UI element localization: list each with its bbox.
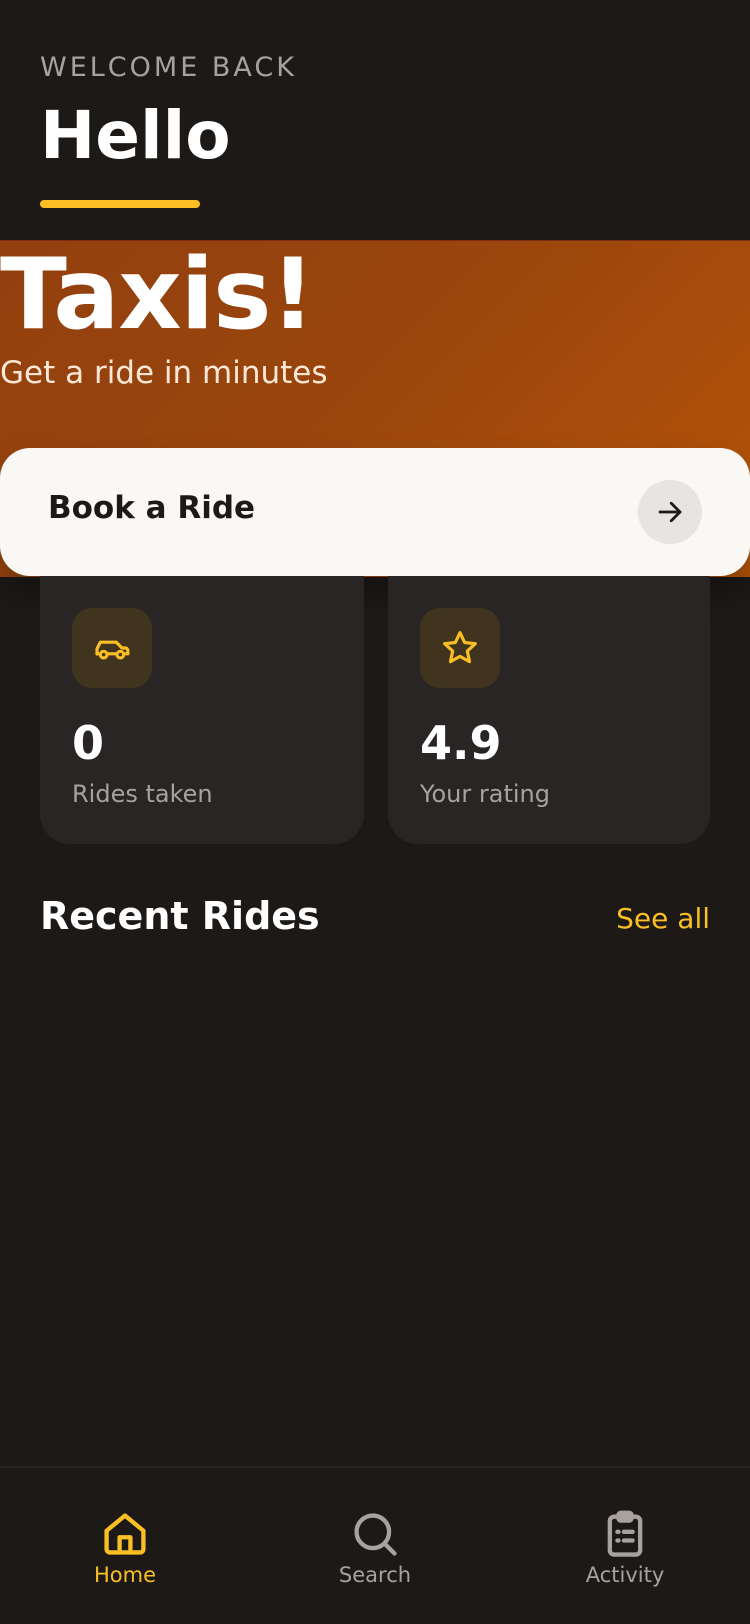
home-screen: WELCOME BACK Hello Taxis! Get a ride in … bbox=[0, 0, 750, 1624]
nav-label-search: Search bbox=[338, 1563, 412, 1587]
star-icon bbox=[420, 608, 500, 688]
rating-value: 4.9 bbox=[420, 716, 502, 770]
bottom-nav: Home Search Activity bbox=[0, 1466, 750, 1624]
home-icon bbox=[104, 1513, 146, 1555]
welcome-text: WELCOME BACK bbox=[40, 52, 297, 83]
greeting-title: Hello bbox=[40, 97, 231, 174]
hero-subtitle: Get a ride in minutes bbox=[0, 355, 328, 391]
search-icon bbox=[354, 1513, 397, 1556]
rating-label: Your rating bbox=[420, 780, 550, 808]
car-icon bbox=[72, 608, 152, 688]
stat-card-rides: 0 Rides taken bbox=[40, 576, 364, 844]
nav-label-home: Home bbox=[93, 1563, 156, 1587]
stat-card-rating: 4.9 Your rating bbox=[388, 576, 710, 844]
nav-item-activity[interactable]: Activity bbox=[535, 1508, 715, 1588]
hero-title: Taxis! bbox=[0, 238, 315, 352]
recent-rides-title: Recent Rides bbox=[40, 894, 320, 938]
book-ride-label: Book a Ride bbox=[48, 490, 256, 526]
see-all-link[interactable]: See all bbox=[616, 902, 710, 935]
nav-item-home[interactable]: Home bbox=[35, 1508, 215, 1588]
nav-label-activity: Activity bbox=[585, 1563, 665, 1587]
greeting-underline bbox=[40, 200, 200, 208]
rides-label: Rides taken bbox=[72, 780, 213, 808]
nav-item-search[interactable]: Search bbox=[285, 1508, 465, 1588]
arrow-right-icon bbox=[638, 480, 702, 544]
clipboard-icon bbox=[607, 1510, 643, 1557]
book-ride-button[interactable]: Book a Ride bbox=[0, 448, 750, 576]
rides-count: 0 bbox=[72, 716, 105, 770]
